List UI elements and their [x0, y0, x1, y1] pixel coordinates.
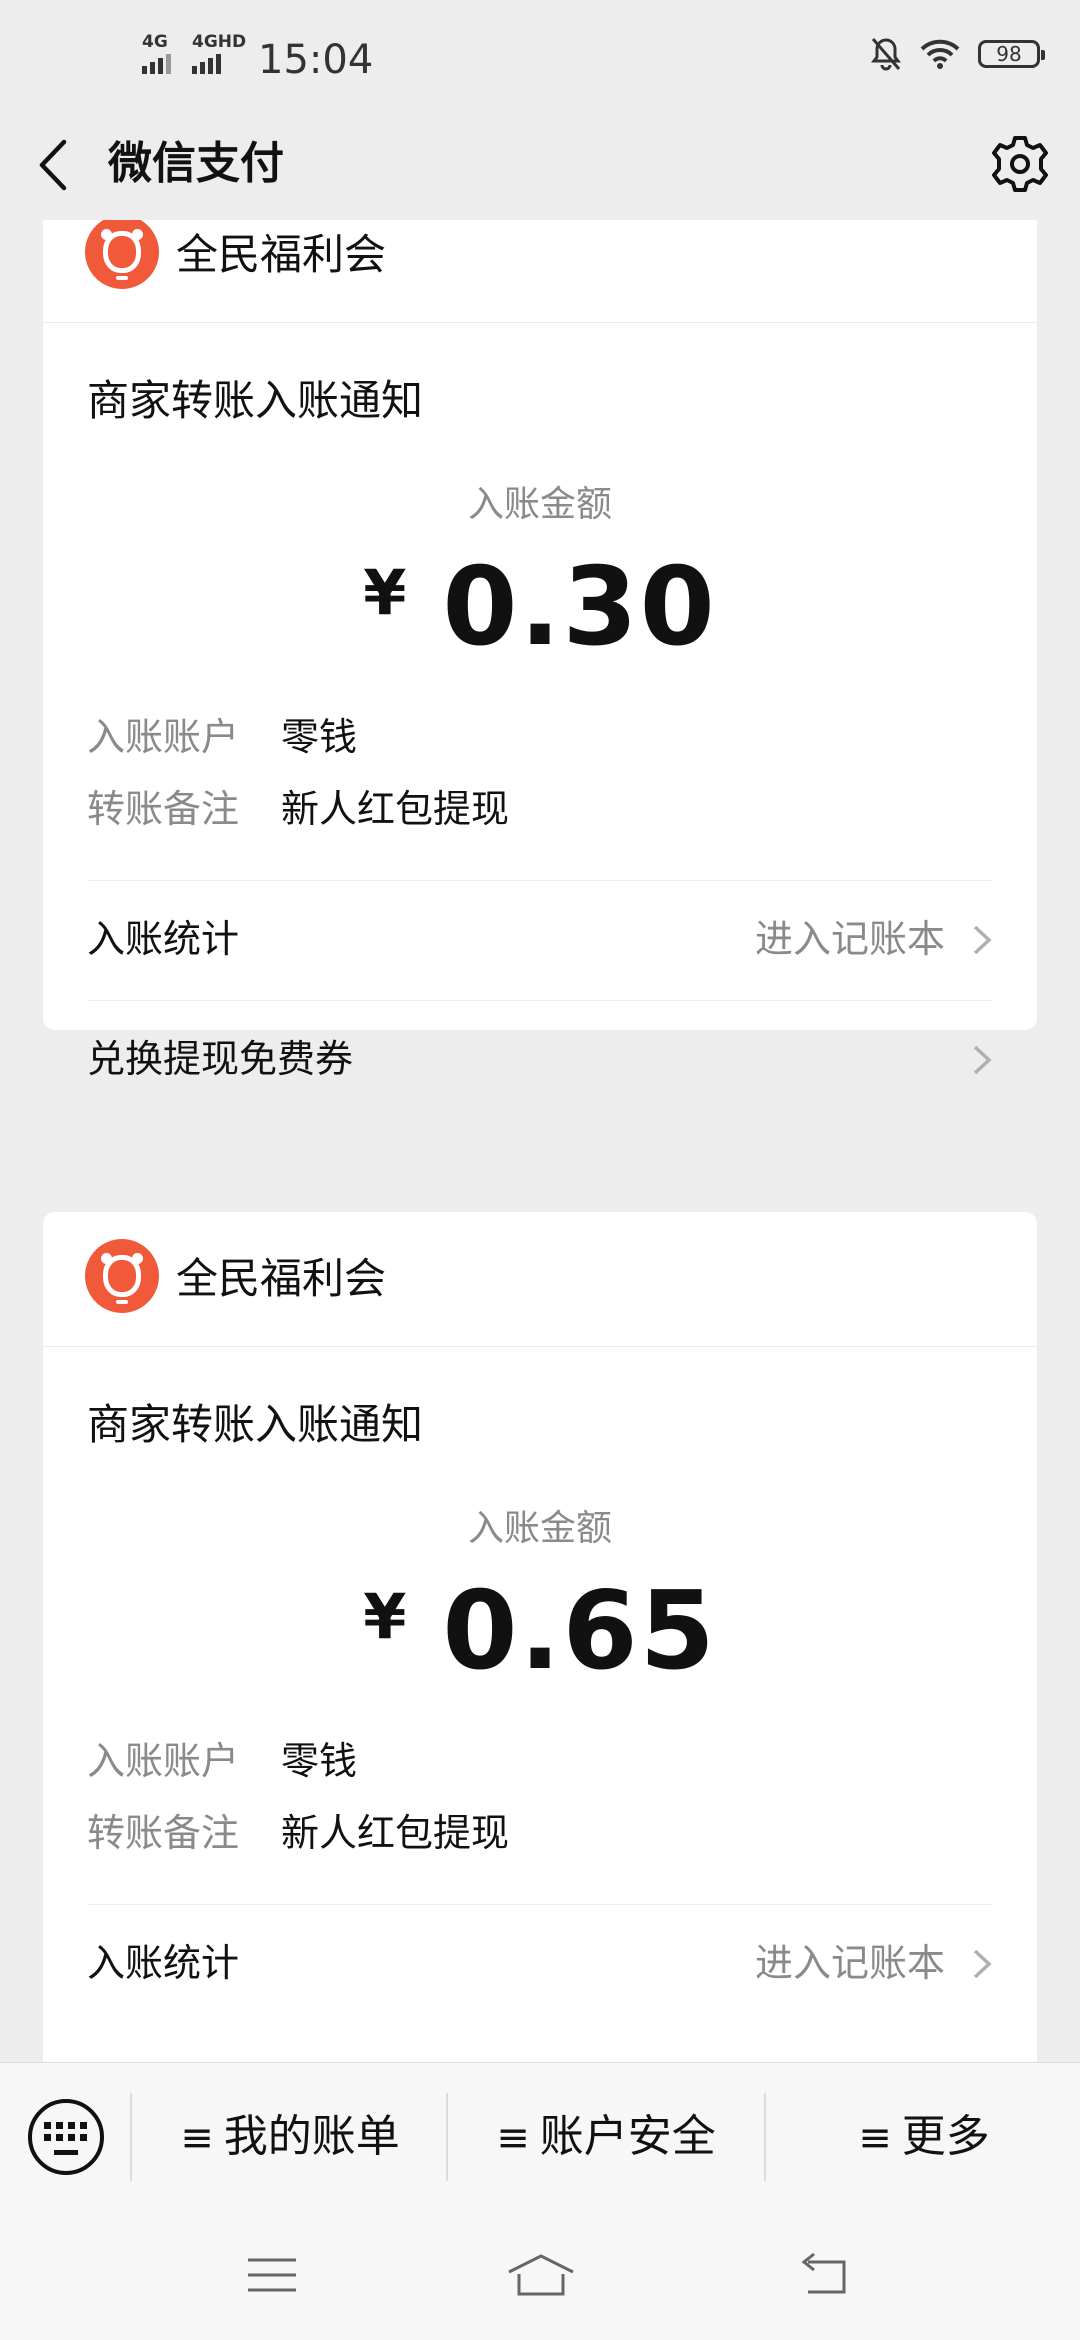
battery-level: 98 — [996, 42, 1022, 66]
bottom-menu: ≡ 我的账单 ≡ 账户安全 ≡ 更多 — [0, 2062, 1080, 2211]
network-type-1: 4G — [142, 32, 168, 52]
amount-label: 入账金额 — [467, 484, 612, 525]
field-remark: 转账备注 新人红包提现 — [87, 782, 509, 836]
row-label: 兑换提现免费券 — [87, 1037, 354, 1081]
field-label: 转账备注 — [87, 787, 240, 831]
chevron-left-icon[interactable] — [30, 132, 80, 198]
field-account: 入账账户 零钱 — [87, 1734, 357, 1788]
status-bar: 4G 4GHD 15:04 98 — [0, 0, 1080, 110]
menu-item-label: 账户安全 — [539, 2111, 716, 2162]
currency-symbol: ¥ — [363, 556, 407, 629]
menu-divider — [764, 2093, 766, 2181]
card-header[interactable]: 全民福利会 — [43, 1212, 1037, 1347]
status-time: 15:04 — [258, 37, 374, 83]
field-value: 零钱 — [281, 1739, 358, 1783]
back-arrow-icon[interactable] — [794, 2250, 854, 2300]
amount-display: ¥0.30 — [43, 548, 1037, 668]
notice-title: 商家转账入账通知 — [87, 1400, 424, 1449]
chevron-right-icon — [973, 1045, 992, 1075]
menu-divider — [130, 2093, 132, 2181]
field-label: 入账账户 — [87, 1739, 240, 1783]
title-bar: 微信支付 — [0, 110, 1080, 220]
network-type-2: 4GHD — [192, 32, 247, 52]
menu-divider — [446, 2093, 448, 2181]
home-icon[interactable] — [505, 2250, 577, 2300]
field-value: 零钱 — [281, 715, 358, 759]
gear-icon[interactable] — [988, 132, 1052, 196]
row-label: 入账统计 — [87, 1941, 240, 1985]
menu-item-more[interactable]: ≡ 更多 — [768, 2105, 1080, 2169]
menu-icon[interactable] — [242, 2250, 302, 2300]
menu-item-label: 我的账单 — [223, 2111, 400, 2162]
page-title: 微信支付 — [108, 138, 284, 189]
menu-glyph: ≡ — [858, 2115, 892, 2161]
chevron-right-icon — [973, 925, 992, 955]
signal-icon: 4G — [142, 34, 182, 78]
message-list[interactable]: 全民福利会 商家转账入账通知 入账金额 ¥0.30 入账账户 零钱 转账备注 新人红… — [0, 220, 1080, 2062]
system-nav-bar — [0, 2210, 1080, 2340]
wifi-icon — [920, 39, 960, 69]
amount-value: 0.65 — [442, 1569, 717, 1694]
currency-symbol: ¥ — [363, 1580, 407, 1653]
merchant-name: 全民福利会 — [176, 230, 387, 279]
field-value: 新人红包提现 — [281, 787, 510, 831]
menu-item-account-security[interactable]: ≡ 账户安全 — [450, 2105, 762, 2169]
card-header[interactable]: 全民福利会 — [43, 220, 1037, 323]
field-value: 新人红包提现 — [281, 1811, 510, 1855]
keyboard-icon[interactable] — [28, 2099, 104, 2175]
notice-title: 商家转账入账通知 — [87, 376, 424, 425]
stats-row[interactable]: 入账统计 进入记账本 — [87, 1904, 993, 2025]
field-label: 入账账户 — [87, 715, 240, 759]
merchant-name: 全民福利会 — [176, 1254, 387, 1303]
battery-icon: 98 — [978, 40, 1045, 68]
menu-item-my-bills[interactable]: ≡ 我的账单 — [134, 2105, 446, 2169]
transfer-card[interactable]: 全民福利会 商家转账入账通知 入账金额 ¥0.30 入账账户 零钱 转账备注 新人红… — [43, 220, 1037, 1081]
merchant-logo — [85, 220, 159, 289]
stats-row[interactable]: 入账统计 进入记账本 — [87, 880, 993, 1001]
transfer-card[interactable]: 全民福利会 商家转账入账通知 入账金额 ¥0.65 入账账户 零钱 转账备注 新人红… — [43, 1212, 1037, 2062]
ledger-link[interactable]: 进入记账本 — [755, 911, 945, 967]
menu-glyph: ≡ — [496, 2115, 530, 2161]
field-label: 转账备注 — [87, 1811, 240, 1855]
ledger-link[interactable]: 进入记账本 — [755, 1935, 945, 1991]
menu-item-label: 更多 — [901, 2111, 990, 2162]
field-account: 入账账户 零钱 — [87, 710, 357, 764]
signal-icon: 4GHD — [192, 34, 250, 78]
coupon-row[interactable]: 兑换提现免费券 — [87, 1000, 993, 1121]
chevron-right-icon — [973, 1949, 992, 1979]
network-indicators: 4G 4GHD — [142, 34, 250, 78]
status-right: 98 — [870, 36, 1045, 72]
merchant-logo — [85, 1239, 159, 1313]
row-label: 入账统计 — [87, 917, 240, 961]
amount-label: 入账金额 — [467, 1508, 612, 1549]
amount-value: 0.30 — [442, 545, 717, 670]
menu-glyph: ≡ — [180, 2115, 214, 2161]
field-remark: 转账备注 新人红包提现 — [87, 1806, 509, 1860]
mute-bell-icon — [871, 38, 901, 71]
amount-display: ¥0.65 — [43, 1572, 1037, 1692]
